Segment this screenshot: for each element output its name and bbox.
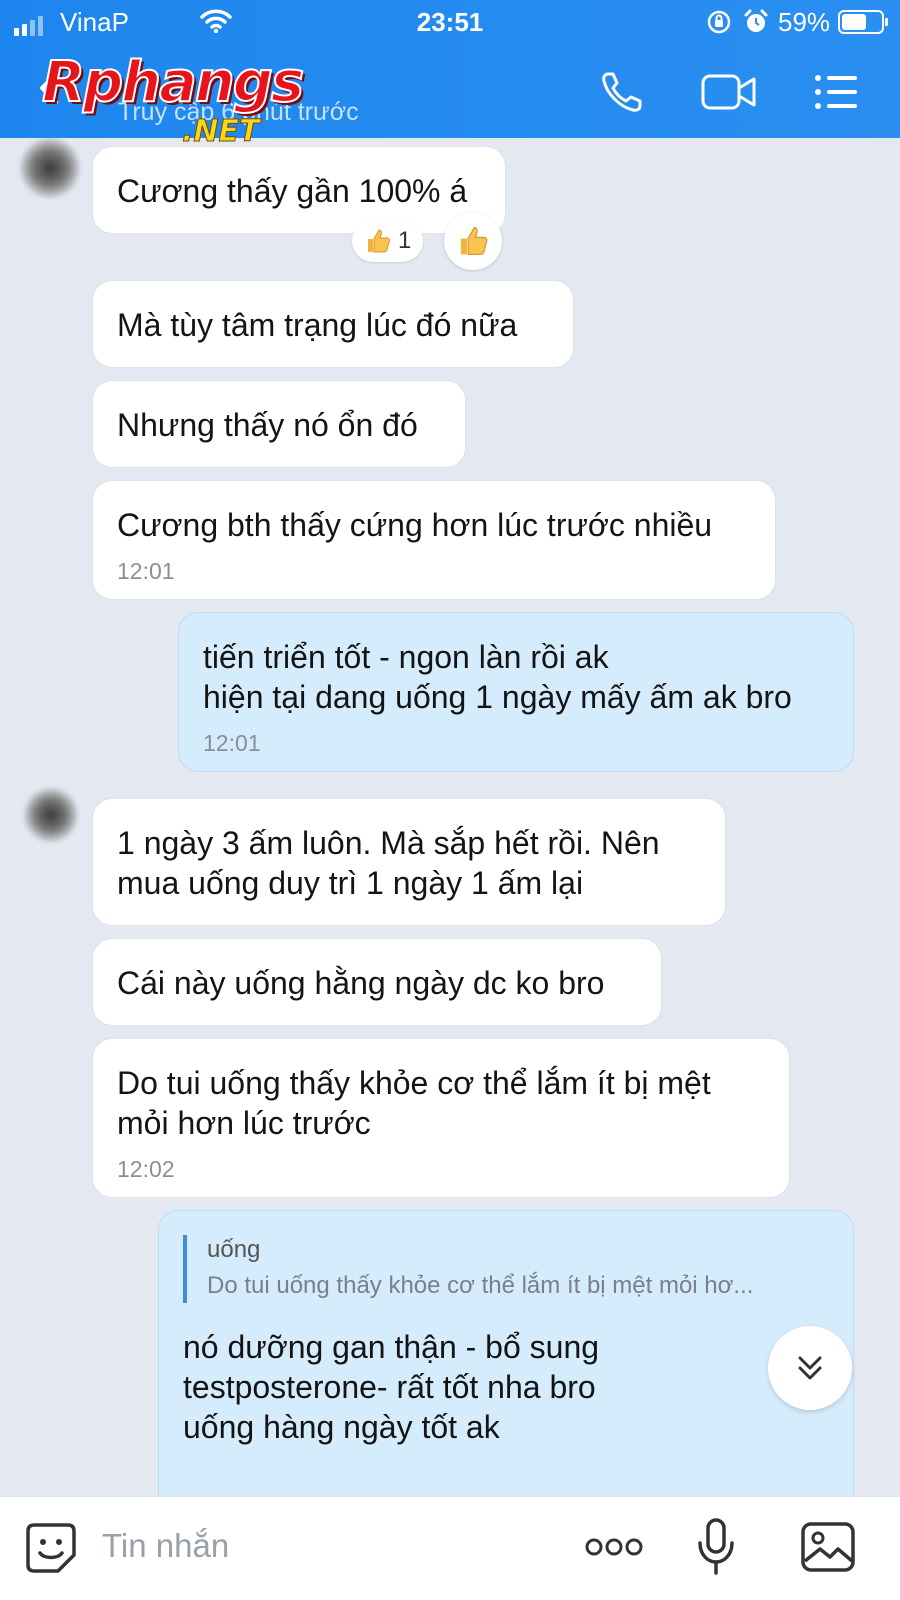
- contact-avatar[interactable]: [24, 788, 78, 842]
- message-text: Mà tùy tâm trạng lúc đó nữa: [117, 307, 518, 343]
- message-bubble-incoming[interactable]: Cương thấy gần 100% á: [92, 146, 506, 234]
- reaction-count: 1: [398, 227, 412, 254]
- scroll-down-icon: [798, 1356, 822, 1380]
- message-bubble-incoming[interactable]: 1 ngày 3 ấm luôn. Mà sắp hết rồi. Nên mu…: [92, 798, 726, 926]
- message-bubble-incoming[interactable]: Nhưng thấy nó ổn đó: [92, 380, 466, 468]
- message-bubble-incoming[interactable]: Do tui uống thấy khỏe cơ thể lắm ít bị m…: [92, 1038, 790, 1198]
- status-bar: VinaP 23:51 59%: [0, 0, 900, 46]
- phone-icon[interactable]: [598, 68, 646, 116]
- message-text: Cái này uống hằng ngày dc ko bro: [117, 965, 605, 1001]
- chat-header: VinaP 23:51 59% Truy cập 6 phút trước Rp…: [0, 0, 900, 150]
- message-time: 12:02: [117, 1156, 175, 1182]
- quoted-message[interactable]: uống Do tui uống thấy khỏe cơ thể lắm ít…: [183, 1235, 829, 1303]
- message-input[interactable]: Tin nhắn: [102, 1527, 229, 1565]
- add-reaction-button[interactable]: [444, 212, 502, 270]
- menu-icon[interactable]: [812, 68, 860, 116]
- quoted-sender: uống: [207, 1236, 261, 1263]
- thumbs-up-icon: [460, 227, 488, 255]
- video-call-icon[interactable]: [700, 68, 758, 116]
- image-icon[interactable]: [800, 1521, 856, 1573]
- scroll-to-bottom-button[interactable]: [768, 1326, 852, 1410]
- message-text: Cương thấy gần 100% á: [117, 173, 468, 209]
- message-bubble-incoming[interactable]: Cương bth thấy cứng hơn lúc trước nhiều …: [92, 480, 776, 600]
- battery-icon: [838, 10, 888, 34]
- message-bubble-incoming[interactable]: Mà tùy tâm trạng lúc đó nữa: [92, 280, 574, 368]
- message-input-bar: Tin nhắn: [0, 1496, 900, 1600]
- alarm-icon: [744, 9, 768, 32]
- message-text: 1 ngày 3 ấm luôn. Mà sắp hết rồi. Nên mu…: [117, 825, 660, 901]
- message-text: Cương bth thấy cứng hơn lúc trước nhiều: [117, 507, 713, 543]
- sticker-icon[interactable]: [24, 1521, 78, 1575]
- message-bubble-incoming[interactable]: Cái này uống hằng ngày dc ko bro: [92, 938, 662, 1026]
- message-text: nó dưỡng gan thận - bổ sung testposteron…: [183, 1329, 600, 1445]
- battery-percent: 59%: [778, 7, 831, 37]
- watermark-logo: Rphangs .NET: [41, 49, 322, 150]
- message-time: 12:01: [203, 730, 261, 756]
- rotation-lock-icon: [707, 10, 731, 34]
- message-text: Do tui uống thấy khỏe cơ thể lắm ít bị m…: [117, 1065, 711, 1141]
- chat-messages[interactable]: Cương thấy gần 100% á 1 Mà tùy tâm trạng…: [0, 138, 900, 1496]
- thumbs-up-icon: [368, 229, 390, 253]
- microphone-icon[interactable]: [696, 1517, 736, 1577]
- message-bubble-outgoing[interactable]: tiến triển tốt - ngon làn rồi ak hiện tạ…: [178, 612, 854, 772]
- message-time: 12:01: [117, 558, 175, 584]
- quoted-text: Do tui uống thấy khỏe cơ thể lắm ít bị m…: [207, 1272, 754, 1299]
- more-icon[interactable]: [584, 1535, 644, 1559]
- message-text: tiến triển tốt - ngon làn rồi ak hiện tạ…: [203, 639, 792, 715]
- contact-avatar[interactable]: [20, 138, 80, 198]
- message-bubble-outgoing-reply[interactable]: uống Do tui uống thấy khỏe cơ thể lắm ít…: [158, 1210, 854, 1496]
- reaction-summary[interactable]: 1: [352, 220, 424, 262]
- message-text: Nhưng thấy nó ổn đó: [117, 407, 418, 443]
- watermark-main-text: Rphangs: [41, 49, 305, 116]
